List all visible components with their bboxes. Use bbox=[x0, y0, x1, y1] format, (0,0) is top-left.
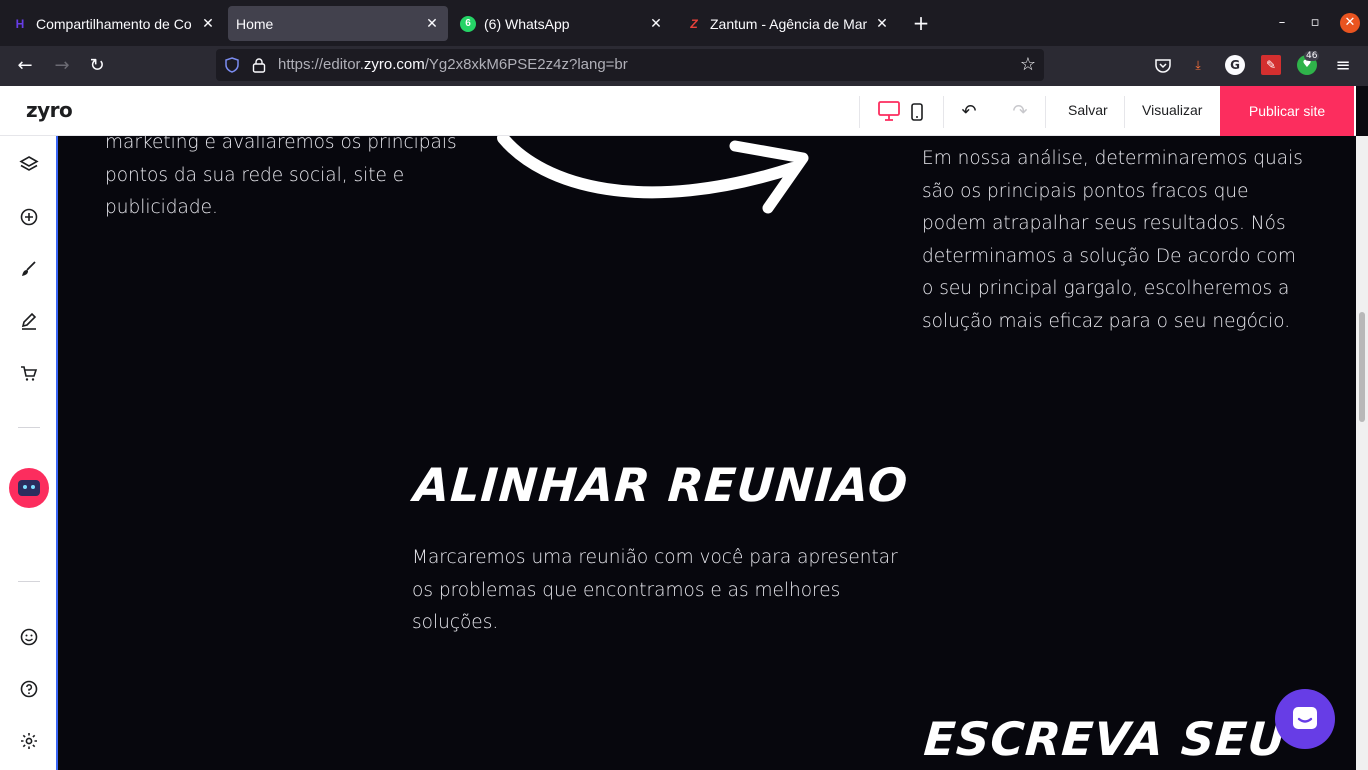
reload-icon[interactable]: ↻ bbox=[85, 54, 109, 78]
pocket-icon[interactable] bbox=[1154, 57, 1172, 75]
zantum-icon: Z bbox=[690, 16, 698, 31]
text-line: os problemas que encontramos e as melhor… bbox=[412, 579, 841, 601]
close-tab-icon[interactable]: ✕ bbox=[424, 15, 440, 32]
text-line: soluções. bbox=[412, 612, 499, 633]
shield-icon[interactable] bbox=[224, 57, 240, 73]
tab-whatsapp[interactable]: 6 (6) WhatsApp ✕ bbox=[452, 6, 672, 41]
divider bbox=[1045, 96, 1046, 128]
editor-sidebar bbox=[0, 136, 58, 770]
chat-support-icon[interactable] bbox=[1275, 689, 1335, 749]
text-line: publicidade. bbox=[105, 197, 218, 218]
menu-icon[interactable]: ≡ bbox=[1331, 54, 1355, 78]
save-button[interactable]: Salvar bbox=[1068, 102, 1108, 118]
restore-window-icon[interactable]: ▫ bbox=[1305, 13, 1325, 33]
extension-badge: 46 bbox=[1304, 51, 1320, 61]
middle-paragraph[interactable]: Marcaremos uma reunião com você para apr… bbox=[412, 542, 898, 640]
preview-button[interactable]: Visualizar bbox=[1142, 102, 1202, 118]
redo-icon[interactable]: ↷ bbox=[1008, 100, 1032, 124]
url-bar[interactable]: https://editor.zyro.com/Yg2x8xkM6PSE2z4z… bbox=[216, 49, 1044, 81]
download-icon[interactable]: ⤓ bbox=[1188, 55, 1208, 75]
text-line: determinamos a solução De acordo com bbox=[922, 245, 1296, 267]
tab-title: (6) WhatsApp bbox=[484, 15, 570, 32]
text-line: pontos da sua rede social, site e bbox=[105, 164, 405, 186]
text-line: marketing e avaliaremos os principais bbox=[105, 136, 457, 153]
mobile-view-icon[interactable] bbox=[911, 103, 923, 121]
text-line: o seu principal gargalo, escolheremos a bbox=[922, 278, 1290, 299]
add-element-icon[interactable] bbox=[17, 205, 41, 229]
browser-nav-bar: ← → ↻ https://editor.zyro.com/Yg2x8xkM6P… bbox=[0, 46, 1368, 86]
browser-tab-bar: H Compartilhamento de Co ✕ Home ✕ 6 (6) … bbox=[0, 0, 1368, 46]
tab-title: Compartilhamento de Co bbox=[36, 15, 192, 32]
left-paragraph[interactable]: marketing e avaliaremos os principais po… bbox=[105, 136, 457, 225]
close-tab-icon[interactable]: ✕ bbox=[874, 15, 890, 32]
tab-compartilhamento[interactable]: H Compartilhamento de Co ✕ bbox=[4, 6, 224, 41]
right-paragraph[interactable]: Em nossa análise, determinaremos quais s… bbox=[922, 143, 1303, 338]
lock-icon bbox=[252, 58, 266, 73]
brush-icon[interactable] bbox=[17, 257, 41, 281]
ai-assistant-icon[interactable] bbox=[9, 468, 49, 508]
pen-icon[interactable] bbox=[17, 309, 41, 333]
minimize-window-icon[interactable]: – bbox=[1272, 13, 1292, 33]
editor-top-bar: zyro ↶ ↷ Salvar Visualizar Publicar site bbox=[0, 86, 1356, 136]
curved-arrow-icon bbox=[497, 136, 809, 214]
tab-title: Home bbox=[236, 15, 274, 32]
url-text: https://editor.zyro.com/Yg2x8xkM6PSE2z4z… bbox=[278, 56, 628, 73]
tab-zantum[interactable]: Z Zantum - Agência de Mar ✕ bbox=[678, 6, 898, 41]
smiley-icon[interactable] bbox=[17, 625, 41, 649]
settings-gear-icon[interactable] bbox=[17, 729, 41, 753]
extension-g-icon[interactable]: G bbox=[1225, 55, 1245, 75]
forward-icon[interactable]: → bbox=[50, 54, 74, 78]
close-tab-icon[interactable]: ✕ bbox=[200, 15, 216, 32]
desktop-view-icon[interactable] bbox=[878, 101, 900, 121]
text-line: podem atrapalhar seus resultados. Nós bbox=[922, 213, 1286, 234]
text-line: Em nossa análise, determinaremos quais bbox=[922, 148, 1303, 169]
publish-button[interactable]: Publicar site bbox=[1220, 86, 1354, 136]
section-heading[interactable]: ESCREVA SEU bbox=[922, 712, 1288, 766]
scrollbar-thumb[interactable] bbox=[1359, 312, 1365, 422]
hostinger-icon: H bbox=[15, 16, 25, 31]
bookmark-star-icon[interactable]: ☆ bbox=[1020, 54, 1036, 75]
divider bbox=[1124, 96, 1125, 128]
section-heading[interactable]: ALINHAR REUNIAO bbox=[412, 458, 910, 512]
text-line: são os principais pontos fracos que bbox=[922, 180, 1249, 202]
undo-icon[interactable]: ↶ bbox=[957, 100, 981, 124]
text-line: solução mais eficaz para o seu negócio. bbox=[922, 310, 1291, 332]
divider bbox=[859, 96, 860, 128]
sidebar-divider bbox=[18, 581, 40, 582]
new-tab-button[interactable]: + bbox=[910, 12, 932, 34]
tab-home[interactable]: Home ✕ bbox=[228, 6, 448, 41]
cart-icon[interactable] bbox=[17, 361, 41, 385]
whatsapp-icon: 6 bbox=[460, 15, 476, 32]
website-canvas[interactable]: marketing e avaliaremos os principais po… bbox=[58, 136, 1356, 770]
text-line: Marcaremos uma reunião com você para apr… bbox=[412, 547, 898, 568]
extension-red-icon[interactable]: ✎ bbox=[1261, 55, 1281, 75]
divider bbox=[943, 96, 944, 128]
tab-title: Zantum - Agência de Mar bbox=[710, 15, 868, 32]
page-scrollbar[interactable] bbox=[1356, 136, 1368, 770]
help-icon[interactable] bbox=[17, 677, 41, 701]
zyro-logo: zyro bbox=[26, 98, 73, 122]
close-window-icon[interactable]: ✕ bbox=[1340, 13, 1360, 33]
layers-icon[interactable] bbox=[17, 153, 41, 177]
close-tab-icon[interactable]: ✕ bbox=[648, 15, 664, 32]
sidebar-divider bbox=[18, 427, 40, 428]
back-icon[interactable]: ← bbox=[13, 54, 37, 78]
